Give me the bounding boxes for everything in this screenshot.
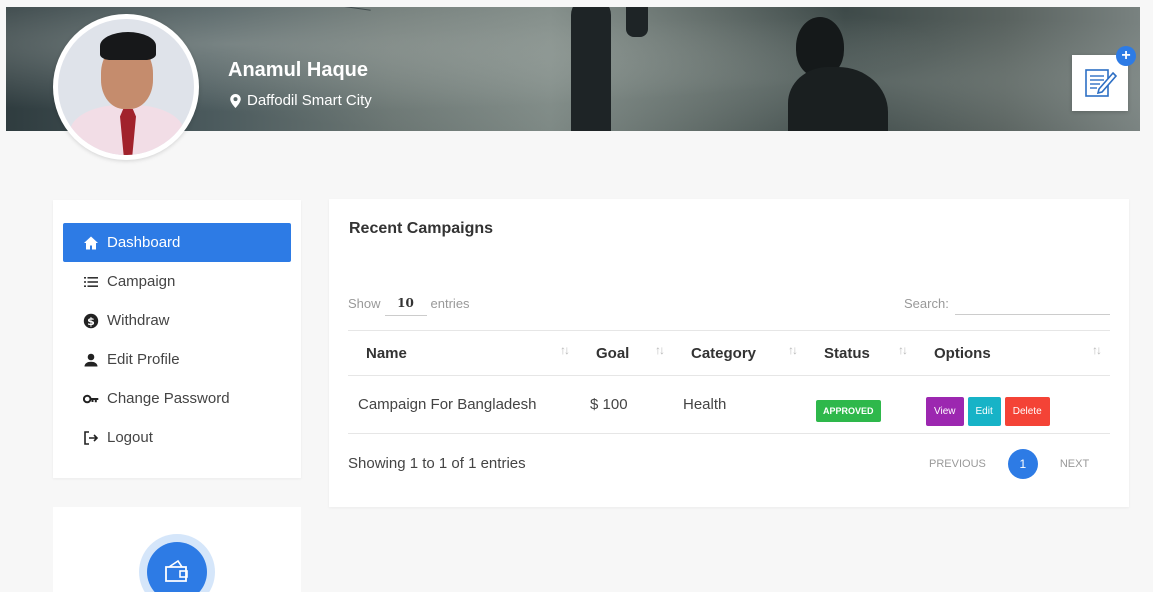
list-icon <box>84 276 98 287</box>
sidebar-item-change-password[interactable]: Change Password <box>63 379 291 418</box>
profile-name: Anamul Haque <box>228 59 369 81</box>
column-header-status[interactable]: Status ↑↓ <box>806 330 916 376</box>
user-icon <box>84 353 98 366</box>
plus-icon[interactable]: + <box>1116 46 1136 66</box>
table-search: Search: <box>904 291 1110 315</box>
entries-select[interactable]: 10 <box>384 296 427 316</box>
cell-goal: $ 100 <box>578 375 673 434</box>
sidebar-item-dashboard[interactable]: Dashboard <box>63 223 291 262</box>
pagination: PREVIOUS 1 NEXT <box>929 449 1089 479</box>
wallet-icon <box>165 559 188 582</box>
card-title: Recent Campaigns <box>349 220 494 237</box>
campaigns-table: Name ↑↓ Goal ↑↓ Category ↑↓ Status ↑↓ Option… <box>348 330 1110 434</box>
sidebar-nav: Dashboard Campaign $ Withdraw Edit Profi… <box>53 200 301 478</box>
sidebar-item-label: Campaign <box>107 273 176 290</box>
entries-length: Show 10 entries <box>348 291 470 316</box>
sort-icon: ↑↓ <box>788 343 798 357</box>
table-row: Campaign For Bangladesh $ 100 Health APP… <box>348 375 1110 434</box>
profile-location-text: Daffodil Smart City <box>247 92 372 109</box>
create-campaign-button[interactable]: + <box>1072 46 1136 111</box>
delete-button[interactable]: Delete <box>1004 397 1050 426</box>
next-button[interactable]: NEXT <box>1060 458 1089 470</box>
sidebar-item-campaign[interactable]: Campaign <box>63 262 291 301</box>
sidebar-item-label: Change Password <box>107 390 230 407</box>
cell-category: Health <box>673 375 806 434</box>
sort-icon: ↑↓ <box>898 343 908 357</box>
column-header-options[interactable]: Options ↑↓ <box>916 330 1110 376</box>
edit-button[interactable]: Edit <box>967 397 1001 426</box>
home-icon <box>84 236 98 249</box>
sidebar-item-label: Edit Profile <box>107 351 180 368</box>
wallet-widget <box>53 507 301 592</box>
profile-avatar[interactable] <box>53 14 199 160</box>
sort-icon: ↑↓ <box>560 343 570 357</box>
sidebar-item-label: Dashboard <box>107 234 181 251</box>
table-info: Showing 1 to 1 of 1 entries <box>348 455 526 472</box>
wallet-badge <box>139 534 215 592</box>
cell-name: Campaign For Bangladesh <box>348 375 578 434</box>
dollar-circle-icon: $ <box>83 313 99 328</box>
sidebar-item-logout[interactable]: Logout <box>63 418 291 457</box>
banner-child-silhouette <box>788 17 898 131</box>
sidebar-item-edit-profile[interactable]: Edit Profile <box>63 340 291 379</box>
cell-options: View Edit Delete <box>916 375 1110 434</box>
sort-icon: ↑↓ <box>1092 343 1102 357</box>
banner-figure <box>571 7 611 131</box>
banner-figure-arm <box>626 7 648 37</box>
column-header-category[interactable]: Category ↑↓ <box>673 330 806 376</box>
recent-campaigns-card: Recent Campaigns Show 10 entries Search:… <box>329 199 1129 507</box>
cell-status: APPROVED <box>806 375 916 434</box>
sidebar-item-label: Logout <box>107 429 153 446</box>
map-pin-icon <box>230 93 241 108</box>
view-button[interactable]: View <box>926 397 964 426</box>
logout-icon <box>84 430 99 445</box>
page-button-1[interactable]: 1 <box>1007 449 1038 479</box>
sidebar-item-label: Withdraw <box>107 312 170 329</box>
previous-button[interactable]: PREVIOUS <box>929 458 986 470</box>
key-icon <box>83 394 99 403</box>
column-header-goal[interactable]: Goal ↑↓ <box>578 330 673 376</box>
column-header-name[interactable]: Name ↑↓ <box>348 330 578 376</box>
sidebar-item-withdraw[interactable]: $ Withdraw <box>63 301 291 340</box>
pencil-document-icon <box>1085 69 1118 97</box>
profile-location: Daffodil Smart City <box>230 92 372 109</box>
svg-text:$: $ <box>87 315 95 328</box>
search-input[interactable] <box>954 291 1110 315</box>
sort-icon: ↑↓ <box>655 343 665 357</box>
status-badge: APPROVED <box>816 399 881 422</box>
search-label: Search: <box>904 295 949 311</box>
